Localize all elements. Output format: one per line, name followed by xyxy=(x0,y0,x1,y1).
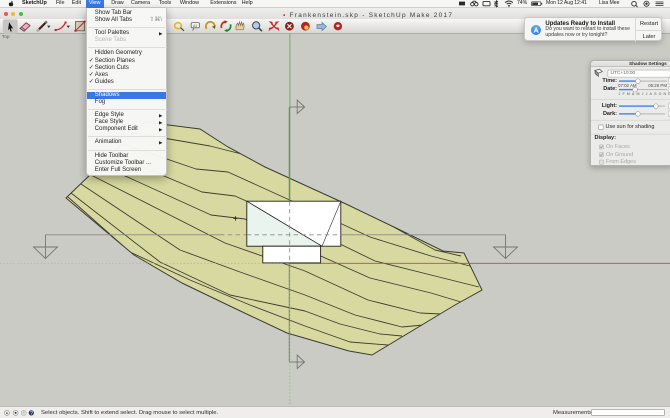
svg-text:?: ? xyxy=(30,410,33,416)
svg-text:A1: A1 xyxy=(193,23,197,27)
